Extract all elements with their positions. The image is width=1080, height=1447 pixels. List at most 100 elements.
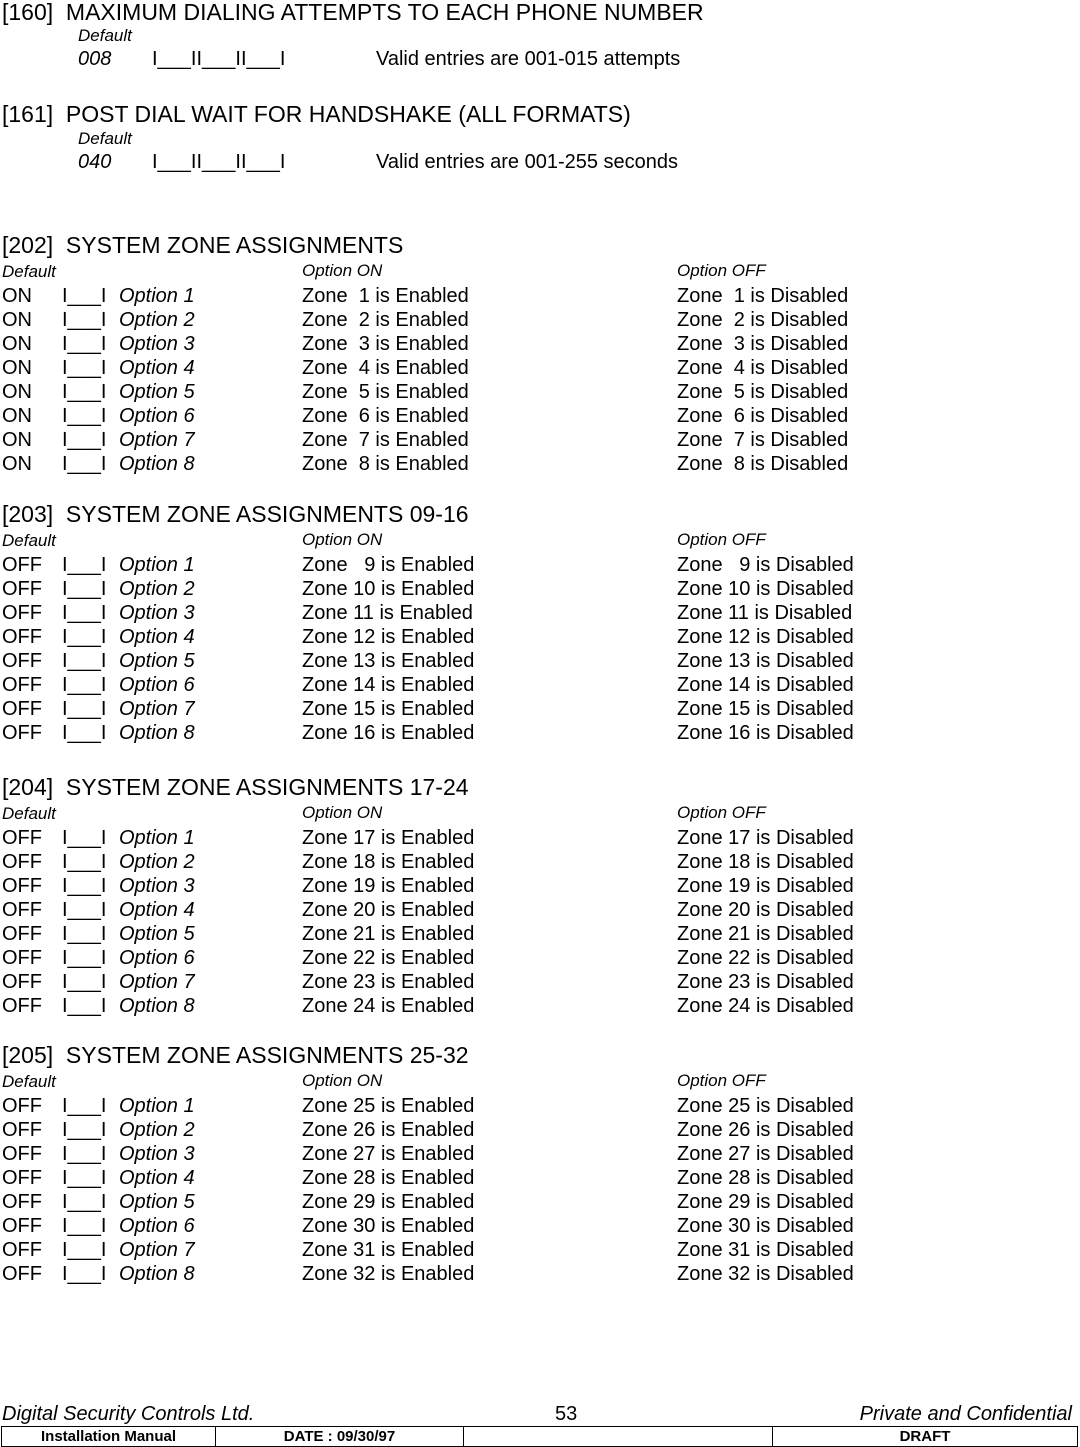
option-on-text: Zone 27 is Enabled — [302, 1143, 475, 1165]
default-value: OFF — [2, 1119, 42, 1141]
page-footer: Digital Security Controls Ltd. 53 Privat… — [0, 1401, 1080, 1425]
default-value: OFF — [2, 698, 42, 720]
entry-box[interactable]: I___I — [62, 454, 106, 474]
column-header-option-off: Option OFF — [677, 261, 766, 280]
entry-box[interactable]: I___I — [62, 382, 106, 402]
option-off-text: Zone 23 is Disabled — [677, 971, 854, 993]
option-label: Option 7 — [119, 698, 195, 720]
option-on-text: Zone 30 is Enabled — [302, 1215, 475, 1237]
option-off-text: Zone 28 is Disabled — [677, 1167, 854, 1189]
option-label: Option 4 — [119, 899, 195, 921]
entry-box[interactable]: I___I — [62, 603, 106, 623]
entry-box[interactable]: I___I — [62, 406, 106, 426]
option-label: Option 5 — [119, 1191, 195, 1213]
option-off-text: Zone 31 is Disabled — [677, 1239, 854, 1261]
option-on-text: Zone 31 is Enabled — [302, 1239, 475, 1261]
entry-box[interactable]: I___I — [62, 996, 106, 1016]
entry-box[interactable]: I___I — [62, 876, 106, 896]
entry-box[interactable]: I___I — [62, 1192, 106, 1212]
entry-boxes[interactable]: I___II___II___I — [152, 49, 285, 69]
option-on-text: Zone 13 is Enabled — [302, 650, 475, 672]
option-label: Option 2 — [119, 578, 195, 600]
column-header-option-on: Option ON — [302, 261, 383, 280]
default-value: OFF — [2, 923, 42, 945]
entry-box[interactable]: I___I — [62, 723, 106, 743]
entry-box[interactable]: I___I — [62, 1144, 106, 1164]
option-label: Option 6 — [119, 405, 195, 427]
default-value: OFF — [2, 1167, 42, 1189]
column-header-option-on: Option ON — [302, 1071, 383, 1090]
entry-box[interactable]: I___I — [62, 852, 106, 872]
section-heading: [202] SYSTEM ZONE ASSIGNMENTS — [2, 232, 404, 258]
option-off-text: Zone 20 is Disabled — [677, 899, 854, 921]
option-on-text: Zone 11 is Enabled — [302, 602, 473, 624]
entry-box[interactable]: I___I — [62, 334, 106, 354]
default-value: OFF — [2, 554, 42, 576]
entry-box[interactable]: I___I — [62, 972, 106, 992]
footer-page-number: 53 — [555, 1403, 578, 1425]
entry-box[interactable]: I___I — [62, 286, 106, 306]
entry-box[interactable]: I___I — [62, 948, 106, 968]
option-off-text: Zone 16 is Disabled — [677, 722, 854, 744]
option-off-text: Zone 14 is Disabled — [677, 674, 854, 696]
option-on-text: Zone 6 is Enabled — [302, 405, 469, 427]
default-value: OFF — [2, 602, 42, 624]
option-off-text: Zone 32 is Disabled — [677, 1263, 854, 1285]
option-on-text: Zone 1 is Enabled — [302, 285, 469, 307]
default-value: 008 — [78, 48, 112, 70]
entry-box[interactable]: I___I — [62, 627, 106, 647]
column-header-default: Default — [2, 804, 56, 823]
option-off-text: Zone 29 is Disabled — [677, 1191, 854, 1213]
entry-box[interactable]: I___I — [62, 1120, 106, 1140]
default-value: OFF — [2, 827, 42, 849]
option-off-text: Zone 27 is Disabled — [677, 1143, 854, 1165]
entry-box[interactable]: I___I — [62, 924, 106, 944]
option-on-text: Zone 21 is Enabled — [302, 923, 475, 945]
option-off-text: Zone 6 is Disabled — [677, 405, 849, 427]
footer-table: Installation Manual DATE : 09/30/97 DRAF… — [1, 1426, 1078, 1447]
option-off-text: Zone 5 is Disabled — [677, 381, 849, 403]
option-off-text: Zone 15 is Disabled — [677, 698, 854, 720]
column-header-option-on: Option ON — [302, 530, 383, 549]
option-label: Option 3 — [119, 1143, 195, 1165]
default-value: OFF — [2, 578, 42, 600]
footer-doc-type: Installation Manual — [1, 1426, 216, 1447]
default-value: ON — [2, 357, 32, 379]
entry-box[interactable]: I___I — [62, 828, 106, 848]
entry-box[interactable]: I___I — [62, 1264, 106, 1284]
default-value: ON — [2, 309, 32, 331]
default-value: OFF — [2, 722, 42, 744]
entry-box[interactable]: I___I — [62, 555, 106, 575]
entry-box[interactable]: I___I — [62, 1096, 106, 1116]
entry-box[interactable]: I___I — [62, 310, 106, 330]
footer-status: DRAFT — [772, 1426, 1078, 1447]
entry-box[interactable]: I___I — [62, 900, 106, 920]
option-off-text: Zone 19 is Disabled — [677, 875, 854, 897]
entry-boxes[interactable]: I___II___II___I — [152, 152, 285, 172]
section-heading: [205] SYSTEM ZONE ASSIGNMENTS 25-32 — [2, 1042, 469, 1068]
option-off-text: Zone 1 is Disabled — [677, 285, 849, 307]
entry-box[interactable]: I___I — [62, 675, 106, 695]
entry-box[interactable]: I___I — [62, 1240, 106, 1260]
entry-box[interactable]: I___I — [62, 430, 106, 450]
column-header-option-off: Option OFF — [677, 530, 766, 549]
option-on-text: Zone 20 is Enabled — [302, 899, 475, 921]
entry-box[interactable]: I___I — [62, 1216, 106, 1236]
entry-box[interactable]: I___I — [62, 358, 106, 378]
option-off-text: Zone 4 is Disabled — [677, 357, 849, 379]
entry-box[interactable]: I___I — [62, 699, 106, 719]
option-label: Option 5 — [119, 381, 195, 403]
entry-box[interactable]: I___I — [62, 651, 106, 671]
valid-entries-text: Valid entries are 001-255 seconds — [376, 151, 679, 173]
entry-box[interactable]: I___I — [62, 1168, 106, 1188]
entry-box[interactable]: I___I — [62, 579, 106, 599]
option-label: Option 6 — [119, 674, 195, 696]
default-value: OFF — [2, 1143, 42, 1165]
default-value: OFF — [2, 875, 42, 897]
option-on-text: Zone 26 is Enabled — [302, 1119, 475, 1141]
option-on-text: Zone 8 is Enabled — [302, 453, 469, 475]
footer-date: DATE : 09/30/97 — [215, 1426, 464, 1447]
option-label: Option 2 — [119, 851, 195, 873]
section-heading: [204] SYSTEM ZONE ASSIGNMENTS 17-24 — [2, 774, 469, 800]
option-label: Option 2 — [119, 309, 195, 331]
